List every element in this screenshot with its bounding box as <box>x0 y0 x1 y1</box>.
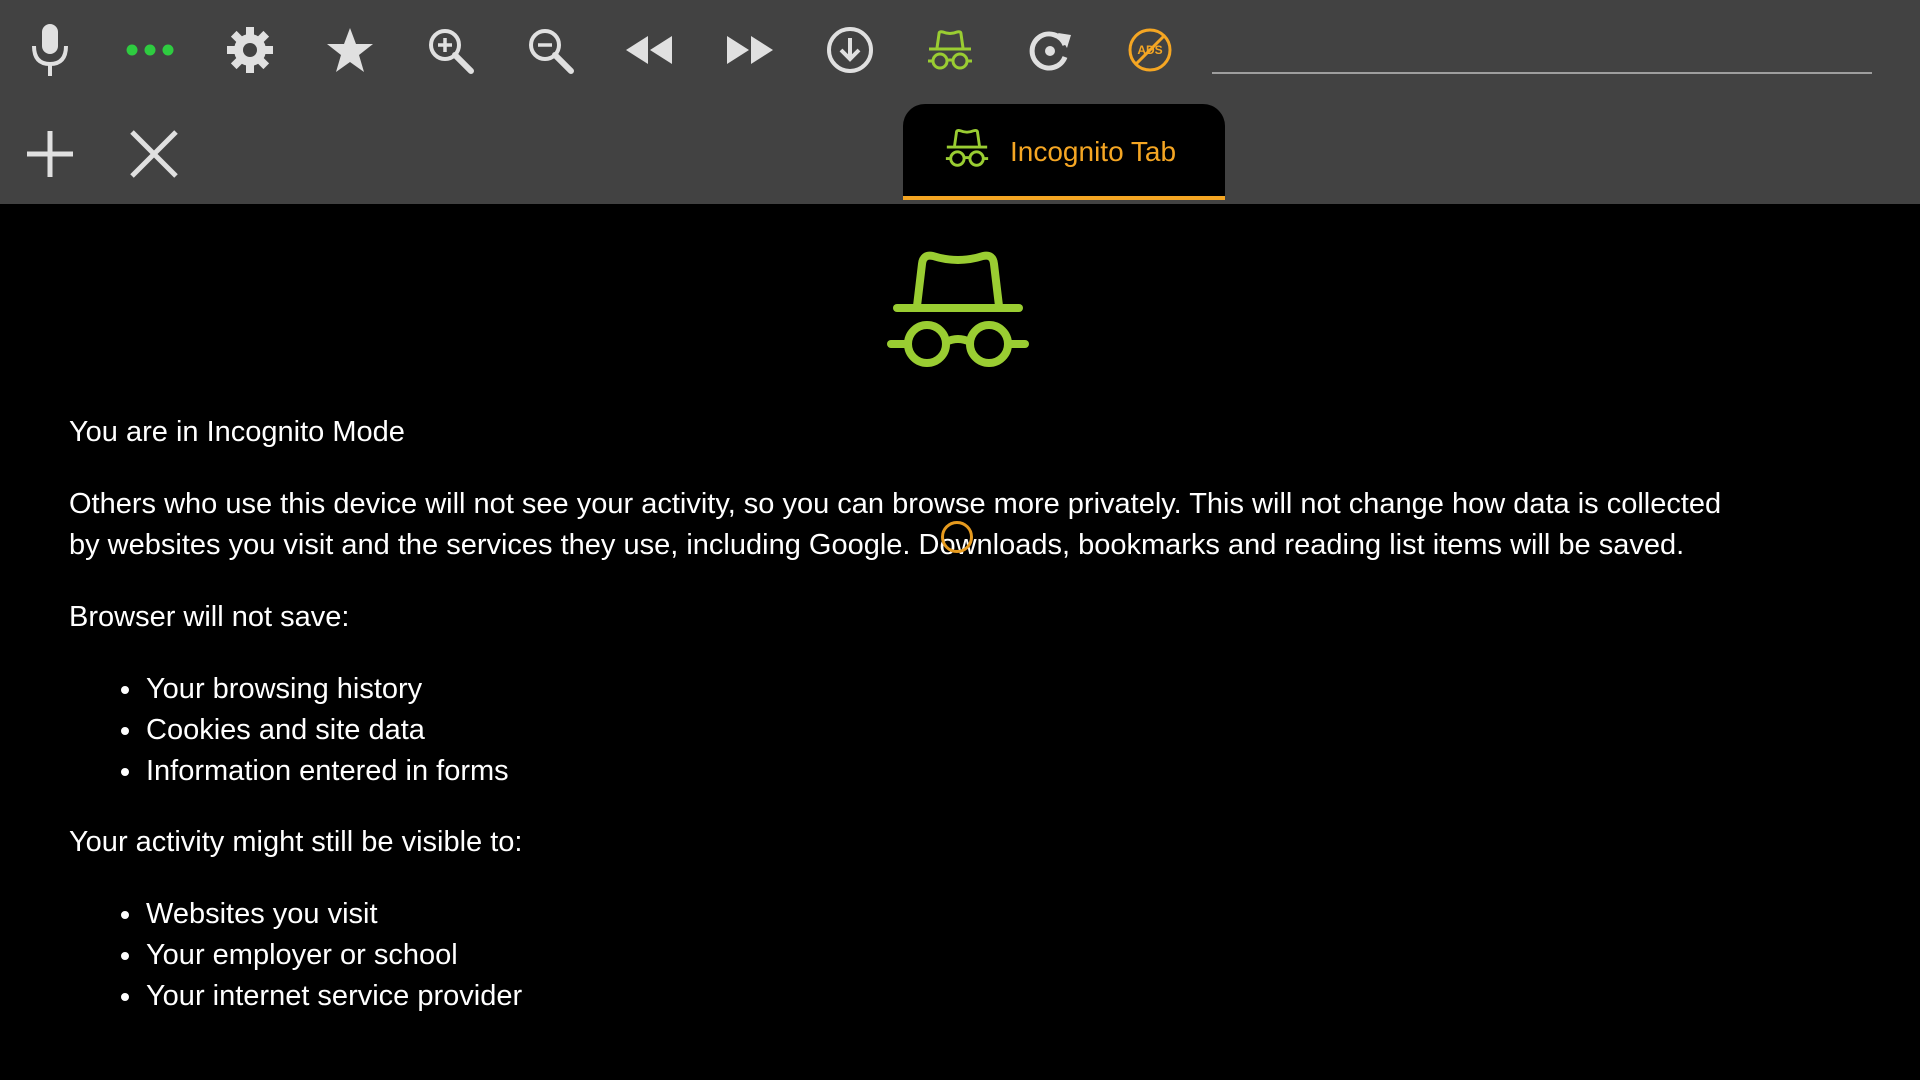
not-save-heading: Browser will not save: <box>69 601 350 633</box>
zoom-out-icon[interactable] <box>510 10 590 90</box>
description-line-1: Others who use this device will not see … <box>69 488 1722 520</box>
list-item: Information entered in forms <box>0 751 509 792</box>
tab-active-indicator <box>903 196 1225 200</box>
list-item: Websites you visit <box>0 894 522 935</box>
list-item: Your employer or school <box>0 935 522 976</box>
pointer-cursor <box>941 521 973 553</box>
microphone-icon[interactable] <box>10 10 90 90</box>
zoom-in-icon[interactable] <box>410 10 490 90</box>
list-item: Cookies and site data <box>0 710 509 751</box>
ads-blocked-icon[interactable]: ADS <box>1110 10 1190 90</box>
list-item: Your browsing history <box>0 669 509 710</box>
incognito-icon[interactable] <box>910 10 990 90</box>
rewind-icon[interactable] <box>609 10 689 90</box>
star-icon[interactable] <box>310 10 390 90</box>
list-item: Your internet service provider <box>0 976 522 1017</box>
fast-forward-icon[interactable] <box>710 10 790 90</box>
tab-label: Incognito Tab <box>1010 136 1177 167</box>
visible-heading: Your activity might still be visible to: <box>69 826 523 858</box>
tab-incognito[interactable]: Incognito Tab <box>903 104 1225 200</box>
reload-icon[interactable] <box>1010 10 1090 90</box>
download-icon[interactable] <box>810 10 890 90</box>
browser-toolbar: ADS Incognito Tab <box>0 0 1920 204</box>
url-input[interactable] <box>1212 72 1872 74</box>
plus-icon[interactable] <box>10 114 90 194</box>
incognito-icon <box>943 126 991 175</box>
close-icon[interactable] <box>114 114 194 194</box>
incognito-icon <box>885 246 1031 381</box>
incognito-heading: You are in Incognito Mode <box>69 416 405 448</box>
visible-list: Websites you visit Your employer or scho… <box>0 894 522 1017</box>
page-content: You are in Incognito Mode Others who use… <box>0 204 1920 1080</box>
more-dots-icon[interactable] <box>110 10 190 90</box>
not-save-list: Your browsing history Cookies and site d… <box>0 669 509 792</box>
gear-icon[interactable] <box>210 10 290 90</box>
